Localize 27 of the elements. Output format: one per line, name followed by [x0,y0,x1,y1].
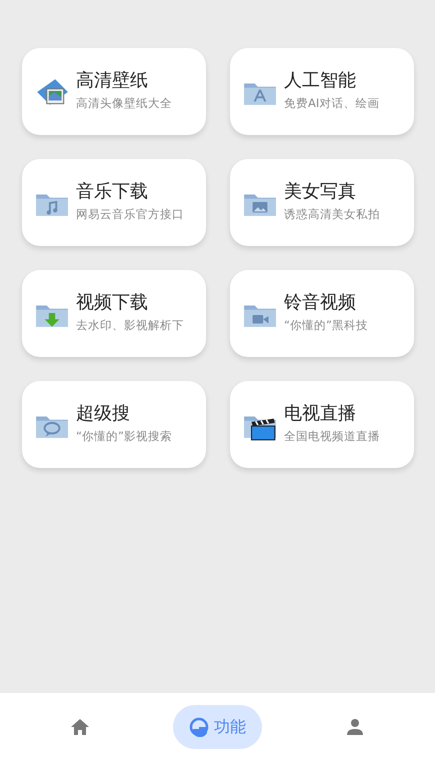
user-icon [345,716,366,736]
feature-card[interactable]: 超级搜 “你懂的”影视搜索 [22,381,206,468]
feature-card[interactable]: 视频下载 去水印、影视解析下 [22,270,206,357]
card-subtitle: 高清头像壁纸大全 [76,94,172,112]
card-title: 美女写真 [284,182,357,203]
card-title: 人工智能 [284,71,357,92]
feature-card[interactable]: 高清壁纸 高清头像壁纸大全 [22,48,206,135]
feature-card[interactable]: 电视直播 全国电视频道直播 [230,381,414,468]
card-title: 音乐下载 [76,182,149,203]
card-subtitle: “你懂的”黑科技 [284,316,368,334]
card-title: 超级搜 [76,404,131,425]
card-title: 视频下载 [76,293,149,314]
card-subtitle: 网易云音乐官方接口 [76,206,184,223]
feature-card[interactable]: 人工智能 免费AI对话、绘画 [230,48,414,135]
card-subtitle: “你懂的”影视搜索 [76,428,172,445]
card-title: 高清壁纸 [76,71,149,92]
feature-card[interactable]: 音乐下载 网易云音乐官方接口 [22,159,206,246]
feature-card[interactable]: 铃音视频 “你懂的”黑科技 [230,270,414,357]
card-subtitle: 免费AI对话、绘画 [284,94,380,112]
feature-card[interactable]: 美女写真 诱惑高清美女私拍 [230,159,414,246]
card-subtitle: 去水印、影视解析下 [76,316,184,334]
card-subtitle: 全国电视频道直播 [284,428,380,445]
pie-chart-icon [188,716,209,736]
card-title: 电视直播 [284,404,357,425]
card-subtitle: 诱惑高清美女私拍 [284,206,380,223]
card-title: 铃音视频 [284,293,357,314]
home-icon [70,716,90,736]
